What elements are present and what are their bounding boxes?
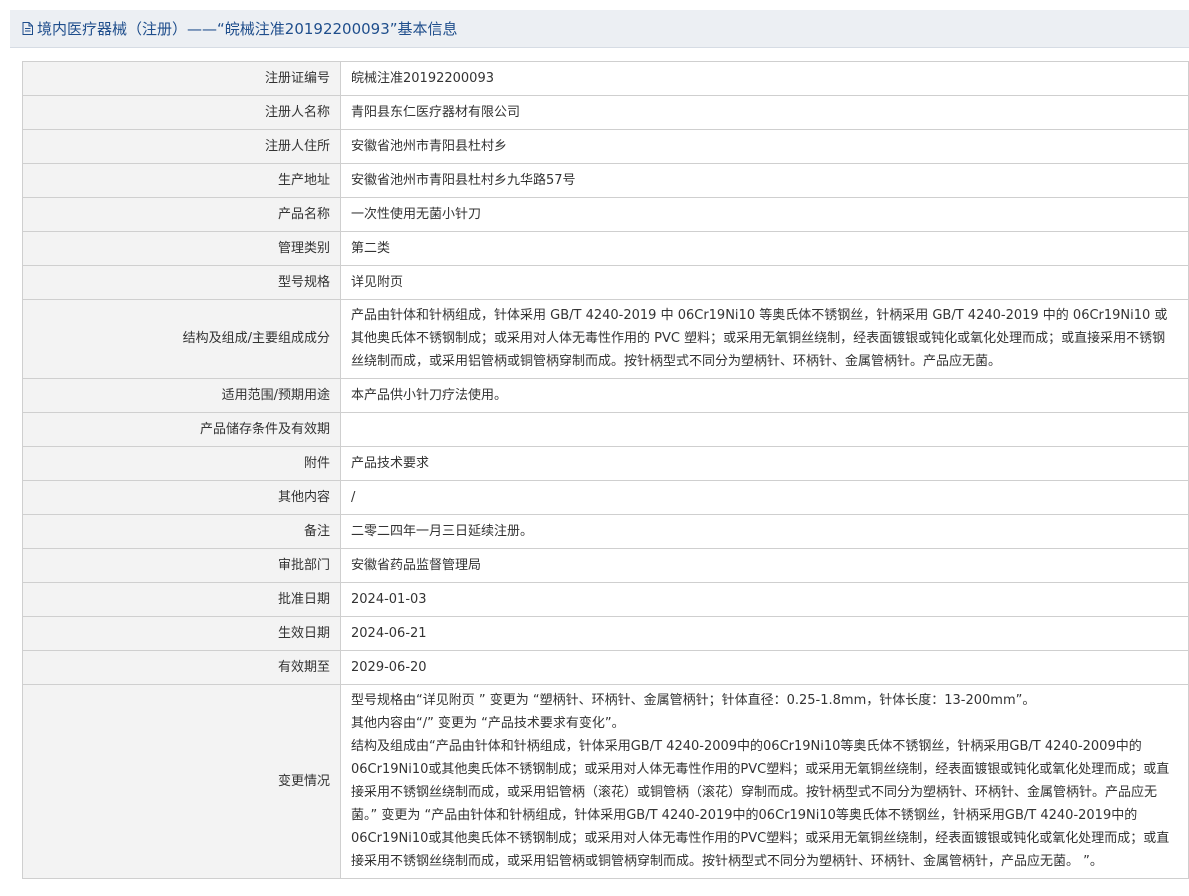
field-label: 产品名称 [22,197,341,232]
field-label: 注册证编号 [22,61,341,96]
field-label: 结构及组成/主要组成成分 [22,299,341,379]
table-row: 适用范围/预期用途 本产品供小针刀疗法使用。 [22,378,1189,413]
table-row: 产品储存条件及有效期 [22,412,1189,447]
field-value: 安徽省药品监督管理局 [340,548,1189,583]
table-row: 审批部门 安徽省药品监督管理局 [22,548,1189,583]
field-label: 有效期至 [22,650,341,685]
field-value: 安徽省池州市青阳县杜村乡九华路57号 [340,163,1189,198]
table-row: 生产地址 安徽省池州市青阳县杜村乡九华路57号 [22,163,1189,198]
field-label: 生产地址 [22,163,341,198]
table-row: 产品名称 一次性使用无菌小针刀 [22,197,1189,232]
field-value: 详见附页 [340,265,1189,300]
table-row: 批准日期 2024-01-03 [22,582,1189,617]
field-label: 管理类别 [22,231,341,266]
field-label: 批准日期 [22,582,341,617]
field-label: 其他内容 [22,480,341,515]
page-header: 境内医疗器械（注册）——“皖械注准20192200093”基本信息 [10,10,1189,48]
table-row: 注册证编号 皖械注准20192200093 [22,61,1189,96]
field-label: 适用范围/预期用途 [22,378,341,413]
change-history-value: 型号规格由“详见附页 ” 变更为 “塑柄针、环柄针、金属管柄针；针体直径：0.2… [340,684,1189,879]
field-label: 附件 [22,446,341,481]
field-value: 产品技术要求 [340,446,1189,481]
field-label: 注册人名称 [22,95,341,130]
change-line: 其他内容由“/” 变更为 “产品技术要求有变化”。 [351,716,625,731]
page-title: 境内医疗器械（注册）——“皖械注准20192200093”基本信息 [37,20,458,38]
field-label: 生效日期 [22,616,341,651]
field-label: 备注 [22,514,341,549]
field-label: 审批部门 [22,548,341,583]
field-value: 皖械注准20192200093 [340,61,1189,96]
table-row: 其他内容 / [22,480,1189,515]
field-value [340,412,1189,447]
table-row: 管理类别 第二类 [22,231,1189,266]
table-row: 附件 产品技术要求 [22,446,1189,481]
field-value: 一次性使用无菌小针刀 [340,197,1189,232]
field-label: 变更情况 [22,684,341,879]
table-row: 变更情况 型号规格由“详见附页 ” 变更为 “塑柄针、环柄针、金属管柄针；针体直… [22,684,1189,879]
field-value: 二零二四年一月三日延续注册。 [340,514,1189,549]
field-value: 2029-06-20 [340,650,1189,685]
table-row: 型号规格 详见附页 [22,265,1189,300]
field-label: 注册人住所 [22,129,341,164]
table-row: 备注 二零二四年一月三日延续注册。 [22,514,1189,549]
field-value: 第二类 [340,231,1189,266]
table-row: 注册人名称 青阳县东仁医疗器材有限公司 [22,95,1189,130]
change-line: 结构及组成由“产品由针体和针柄组成，针体采用GB/T 4240-2009中的06… [351,739,1170,869]
table-row: 有效期至 2029-06-20 [22,650,1189,685]
table-row: 注册人住所 安徽省池州市青阳县杜村乡 [22,129,1189,164]
device-info-table: 注册证编号 皖械注准20192200093 注册人名称 青阳县东仁医疗器材有限公… [22,61,1189,879]
field-value: 青阳县东仁医疗器材有限公司 [340,95,1189,130]
field-value: 安徽省池州市青阳县杜村乡 [340,129,1189,164]
field-value: 2024-06-21 [340,616,1189,651]
table-row: 结构及组成/主要组成成分 产品由针体和针柄组成，针体采用 GB/T 4240-2… [22,299,1189,379]
table-row: 生效日期 2024-06-21 [22,616,1189,651]
field-value: / [340,480,1189,515]
change-line: 型号规格由“详见附页 ” 变更为 “塑柄针、环柄针、金属管柄针；针体直径：0.2… [351,693,1036,708]
field-value: 2024-01-03 [340,582,1189,617]
field-label: 产品储存条件及有效期 [22,412,341,447]
field-label: 型号规格 [22,265,341,300]
field-value: 本产品供小针刀疗法使用。 [340,378,1189,413]
document-icon [22,22,33,35]
field-value: 产品由针体和针柄组成，针体采用 GB/T 4240-2019 中 06Cr19N… [340,299,1189,379]
